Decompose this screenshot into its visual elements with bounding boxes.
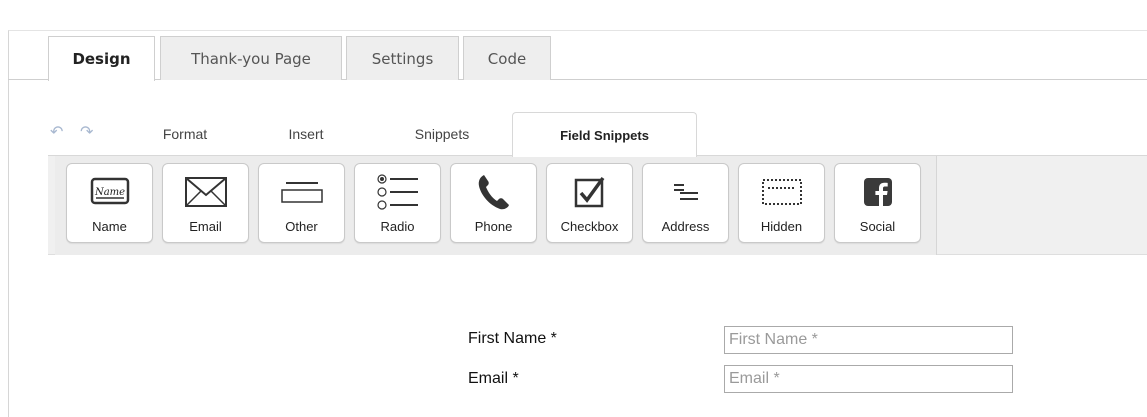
snippet-email-label: Email	[189, 219, 222, 234]
editor-menu-row: ↶ ↷ Format Insert Snippets Field Snippet…	[48, 112, 1147, 157]
top-tab-bar: Design Thank-you Page Settings Code	[8, 36, 1147, 81]
checkbox-icon	[547, 172, 632, 212]
snippet-name-button[interactable]: Name Name	[66, 163, 153, 243]
snippet-name-label: Name	[92, 219, 127, 234]
snippet-hidden-button[interactable]: Hidden	[738, 163, 825, 243]
snippet-radio-button[interactable]: Radio	[354, 163, 441, 243]
field-snippet-toolbar: Name Name Email Other Radio Phone Checkb…	[48, 155, 1147, 255]
name-tag-icon: Name	[67, 172, 152, 212]
field-snippet-group: Name Name Email Other Radio Phone Checkb…	[55, 156, 937, 255]
email-label: Email *	[468, 370, 519, 387]
snippet-social-label: Social	[859, 219, 896, 234]
tab-code-label: Code	[487, 49, 527, 68]
undo-icon[interactable]: ↶	[50, 122, 63, 141]
tab-thank-you-page-label: Thank-you Page	[191, 49, 311, 68]
snippet-email-button[interactable]: Email	[162, 163, 249, 243]
hidden-field-icon	[739, 172, 824, 212]
phone-icon	[451, 172, 536, 212]
tab-design[interactable]: Design	[48, 36, 155, 81]
menu-tab-field-snippets[interactable]: Field Snippets	[512, 112, 697, 157]
menu-tab-snippets-label: Snippets	[414, 126, 470, 142]
menu-tab-snippets[interactable]: Snippets	[392, 112, 492, 156]
envelope-icon	[163, 172, 248, 212]
first-name-input[interactable]	[724, 326, 1013, 354]
tab-code[interactable]: Code	[463, 36, 551, 80]
svg-text:Name: Name	[93, 187, 124, 198]
snippet-other-label: Other	[285, 219, 318, 234]
radio-list-icon	[355, 172, 440, 212]
menu-tab-field-snippets-label: Field Snippets	[560, 127, 649, 143]
snippet-checkbox-button[interactable]: Checkbox	[546, 163, 633, 243]
snippet-other-button[interactable]: Other	[258, 163, 345, 243]
tab-thank-you-page[interactable]: Thank-you Page	[160, 36, 342, 80]
address-lines-icon	[643, 172, 728, 212]
snippet-checkbox-label: Checkbox	[560, 219, 619, 234]
first-name-label: First Name *	[468, 330, 557, 347]
snippet-address-label: Address	[661, 219, 710, 234]
email-input[interactable]	[724, 365, 1013, 393]
tab-design-label: Design	[72, 50, 131, 68]
snippet-address-button[interactable]: Address	[642, 163, 729, 243]
menu-tab-format-label: Format	[162, 126, 208, 142]
tab-settings[interactable]: Settings	[346, 36, 459, 80]
form-preview: First Name * Email *	[48, 256, 1147, 417]
menu-tab-insert-label: Insert	[288, 126, 324, 142]
snippet-phone-button[interactable]: Phone	[450, 163, 537, 243]
menu-tab-insert[interactable]: Insert	[266, 112, 346, 156]
snippet-social-button[interactable]: Social	[834, 163, 921, 243]
text-field-icon	[259, 172, 344, 212]
snippet-hidden-label: Hidden	[760, 219, 803, 234]
tab-settings-label: Settings	[371, 49, 434, 68]
redo-icon[interactable]: ↷	[80, 122, 93, 141]
snippet-phone-label: Phone	[474, 219, 513, 234]
menu-tab-format[interactable]: Format	[140, 112, 230, 156]
snippet-radio-label: Radio	[380, 219, 415, 234]
facebook-icon	[835, 172, 920, 212]
